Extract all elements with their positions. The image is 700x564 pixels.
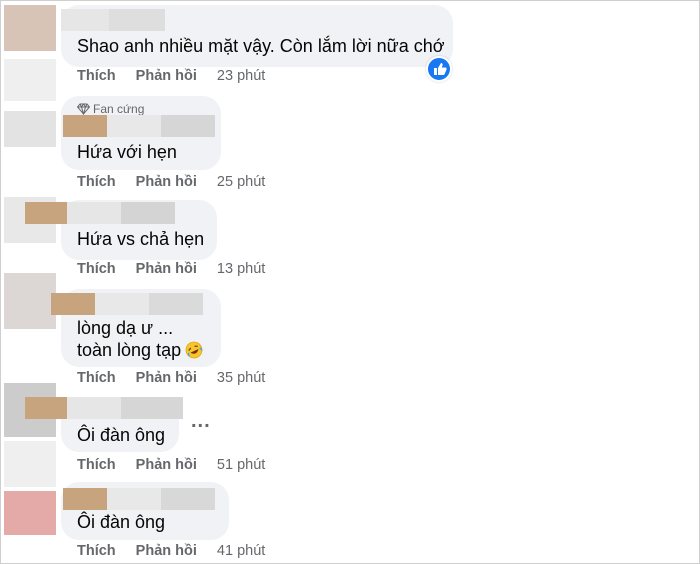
comment-text: toàn lòng tạp	[77, 340, 182, 360]
avatar[interactable]	[4, 273, 56, 329]
author-name[interactable]	[51, 293, 95, 315]
timestamp[interactable]: 25 phút	[217, 174, 265, 190]
fan-badge: Fan cứng	[77, 102, 144, 116]
reply-button[interactable]: Phản hồi	[136, 543, 197, 559]
comment-actions: Thích Phản hồi 51 phút	[77, 457, 265, 473]
reply-button[interactable]: Phản hồi	[136, 261, 197, 277]
reply-button[interactable]: Phản hồi	[136, 68, 197, 84]
comment-text: Hứa vs chả hẹn	[77, 229, 205, 249]
timestamp[interactable]: 23 phút	[217, 68, 265, 84]
author-name[interactable]	[161, 488, 215, 510]
author-name[interactable]	[121, 202, 175, 224]
reply-button[interactable]: Phản hồi	[136, 457, 197, 473]
author-name[interactable]	[25, 397, 67, 419]
like-button[interactable]: Thích	[77, 174, 116, 190]
comment-text: Hứa với hẹn	[77, 142, 177, 162]
like-icon[interactable]	[426, 56, 452, 82]
like-button[interactable]: Thích	[77, 261, 116, 277]
avatar[interactable]	[4, 491, 56, 535]
author-name[interactable]	[161, 115, 215, 137]
author-name[interactable]	[67, 202, 121, 224]
comment-actions: Thích Phản hồi 41 phút	[77, 543, 265, 559]
comment-actions: Thích Phản hồi 35 phút	[77, 370, 265, 386]
avatar[interactable]	[4, 441, 56, 487]
comment-actions: Thích Phản hồi 23 phút	[77, 68, 265, 84]
author-name[interactable]	[149, 293, 203, 315]
comment-actions: Thích Phản hồi 13 phút	[77, 261, 265, 277]
timestamp[interactable]: 41 phút	[217, 543, 265, 559]
avatar[interactable]	[4, 59, 56, 101]
timestamp[interactable]: 35 phút	[217, 370, 265, 386]
diamond-icon	[77, 103, 90, 115]
timestamp[interactable]: 51 phút	[217, 457, 265, 473]
author-name[interactable]	[107, 488, 161, 510]
comment-thread: Shao anh nhiều mặt vậy. Còn lắm lời nữa …	[0, 0, 700, 564]
author-name[interactable]	[107, 115, 161, 137]
like-button[interactable]: Thích	[77, 543, 116, 559]
author-name[interactable]	[121, 397, 183, 419]
more-options-button[interactable]: ...	[191, 410, 211, 433]
author-name[interactable]	[95, 293, 149, 315]
timestamp[interactable]: 13 phút	[217, 261, 265, 277]
reply-button[interactable]: Phản hồi	[136, 174, 197, 190]
author-name[interactable]	[63, 115, 107, 137]
like-button[interactable]: Thích	[77, 68, 116, 84]
author-name[interactable]	[61, 9, 109, 31]
author-name[interactable]	[67, 397, 121, 419]
like-button[interactable]: Thích	[77, 370, 116, 386]
comment-text: Ôi đàn ông	[77, 512, 166, 532]
comment-text: Shao anh nhiều mặt vậy. Còn lắm lời nữa …	[77, 36, 445, 56]
comment-text-line-2: toàn lòng tạp	[77, 337, 203, 366]
comment-text: Ôi đàn ông	[77, 425, 166, 445]
like-button[interactable]: Thích	[77, 457, 116, 473]
author-name[interactable]	[109, 9, 165, 31]
comment-actions: Thích Phản hồi 25 phút	[77, 174, 265, 190]
rofl-emoji-icon	[185, 340, 203, 366]
author-name[interactable]	[63, 488, 107, 510]
author-name[interactable]	[25, 202, 67, 224]
reply-button[interactable]: Phản hồi	[136, 370, 197, 386]
avatar[interactable]	[4, 5, 56, 51]
badge-label: Fan cứng	[93, 102, 145, 116]
avatar[interactable]	[4, 111, 56, 147]
